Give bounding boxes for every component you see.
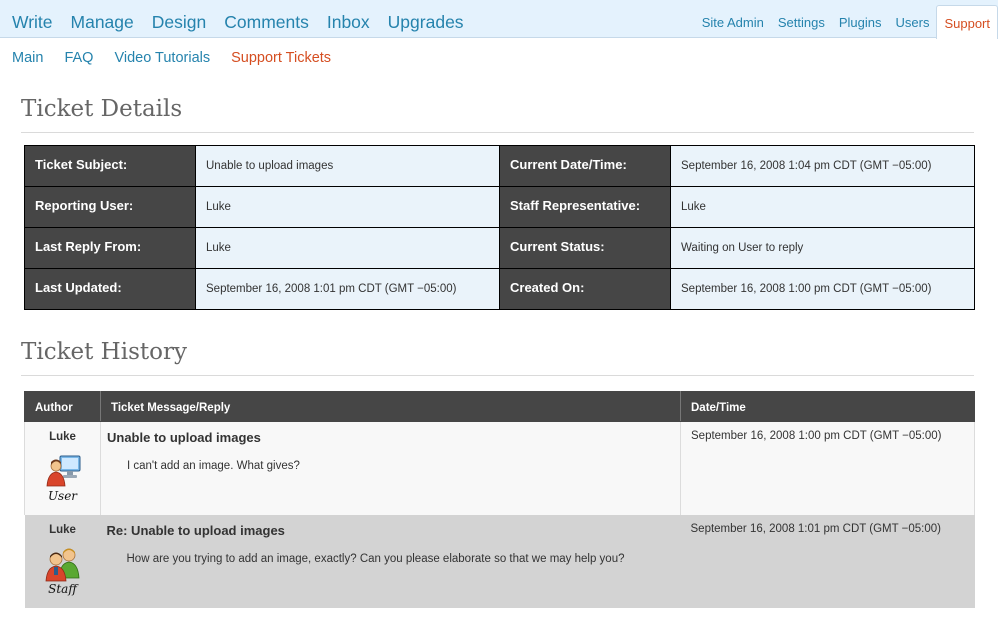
message-subject: Re: Unable to upload images bbox=[106, 522, 285, 538]
divider bbox=[21, 132, 974, 133]
nav-comments[interactable]: Comments bbox=[224, 12, 309, 33]
ticket-subject-value: Unable to upload images bbox=[195, 145, 500, 187]
user-computer-icon: User bbox=[40, 453, 86, 503]
admin-header: Write Manage Design Comments Inbox Upgra… bbox=[0, 0, 998, 39]
nav-design[interactable]: Design bbox=[152, 12, 206, 33]
details-row: Ticket Subject: Unable to upload images … bbox=[24, 145, 975, 187]
nav-upgrades[interactable]: Upgrades bbox=[388, 12, 464, 33]
message-date: September 16, 2008 1:00 pm CDT (GMT −05:… bbox=[680, 421, 975, 515]
last-updated-label: Last Updated: bbox=[24, 268, 196, 310]
details-row: Reporting User: Luke Staff Representativ… bbox=[24, 186, 975, 228]
ticket-history-title: Ticket History bbox=[21, 339, 187, 365]
history-header-row: Author Ticket Message/Reply Date/Time bbox=[24, 391, 975, 422]
nav-plugins[interactable]: Plugins bbox=[832, 15, 889, 38]
staff-people-icon: Staff bbox=[40, 546, 86, 596]
last-updated-value: September 16, 2008 1:01 pm CDT (GMT −05:… bbox=[195, 268, 500, 310]
author-name: Luke bbox=[49, 431, 76, 443]
nav-inbox[interactable]: Inbox bbox=[327, 12, 370, 33]
created-on-label: Created On: bbox=[499, 268, 671, 310]
message-body: How are you trying to add an image, exac… bbox=[126, 552, 625, 565]
subnav-video-tutorials[interactable]: Video Tutorials bbox=[114, 50, 210, 66]
nav-users[interactable]: Users bbox=[889, 15, 937, 38]
column-header-author: Author bbox=[24, 391, 101, 422]
history-entry: Luke User Unable to upload images I can'… bbox=[24, 421, 975, 515]
nav-support[interactable]: Support bbox=[936, 5, 998, 39]
support-sub-nav: Main FAQ Video Tutorials Support Tickets bbox=[12, 50, 352, 66]
staff-representative-label: Staff Representative: bbox=[499, 186, 671, 228]
role-badge-staff: Staff bbox=[48, 581, 77, 596]
nav-write[interactable]: Write bbox=[12, 12, 53, 33]
subnav-support-tickets[interactable]: Support Tickets bbox=[231, 50, 331, 66]
reporting-user-label: Reporting User: bbox=[24, 186, 196, 228]
ticket-details-table: Ticket Subject: Unable to upload images … bbox=[24, 145, 975, 310]
history-entry: Luke Staff Re: Unable to upload images H… bbox=[24, 514, 975, 608]
last-reply-from-label: Last Reply From: bbox=[24, 227, 196, 269]
last-reply-from-value: Luke bbox=[195, 227, 500, 269]
details-row: Last Reply From: Luke Current Status: Wa… bbox=[24, 227, 975, 269]
main-nav: Write Manage Design Comments Inbox Upgra… bbox=[12, 12, 482, 33]
column-header-message: Ticket Message/Reply bbox=[100, 391, 681, 422]
message-subject: Unable to upload images bbox=[107, 430, 261, 445]
created-on-value: September 16, 2008 1:00 pm CDT (GMT −05:… bbox=[670, 268, 975, 310]
details-row: Last Updated: September 16, 2008 1:01 pm… bbox=[24, 268, 975, 310]
nav-manage[interactable]: Manage bbox=[71, 12, 134, 33]
ticket-history-table: Author Ticket Message/Reply Date/Time Lu… bbox=[24, 391, 975, 608]
current-datetime-label: Current Date/Time: bbox=[499, 145, 671, 187]
ticket-subject-label: Ticket Subject: bbox=[24, 145, 196, 187]
current-status-label: Current Status: bbox=[499, 227, 671, 269]
role-badge-user: User bbox=[47, 489, 78, 503]
subnav-main[interactable]: Main bbox=[12, 50, 43, 66]
current-status-value: Waiting on User to reply bbox=[670, 227, 975, 269]
ticket-details-title: Ticket Details bbox=[21, 96, 183, 122]
staff-representative-value: Luke bbox=[670, 186, 975, 228]
author-name: Luke bbox=[49, 523, 76, 536]
nav-site-admin[interactable]: Site Admin bbox=[695, 15, 771, 38]
message-date: September 16, 2008 1:01 pm CDT (GMT −05:… bbox=[680, 514, 975, 608]
current-datetime-value: September 16, 2008 1:04 pm CDT (GMT −05:… bbox=[670, 145, 975, 187]
column-header-datetime: Date/Time bbox=[680, 391, 975, 422]
message-cell: Unable to upload images I can't add an i… bbox=[100, 421, 681, 515]
divider bbox=[21, 375, 974, 376]
admin-nav: Site Admin Settings Plugins Users Suppor… bbox=[695, 0, 998, 39]
message-cell: Re: Unable to upload images How are you … bbox=[100, 514, 681, 608]
author-cell: Luke Staff bbox=[24, 514, 101, 608]
author-cell: Luke User bbox=[24, 421, 101, 515]
reporting-user-value: Luke bbox=[195, 186, 500, 228]
message-body: I can't add an image. What gives? bbox=[127, 460, 300, 472]
subnav-faq[interactable]: FAQ bbox=[64, 50, 93, 66]
nav-settings[interactable]: Settings bbox=[771, 15, 832, 38]
